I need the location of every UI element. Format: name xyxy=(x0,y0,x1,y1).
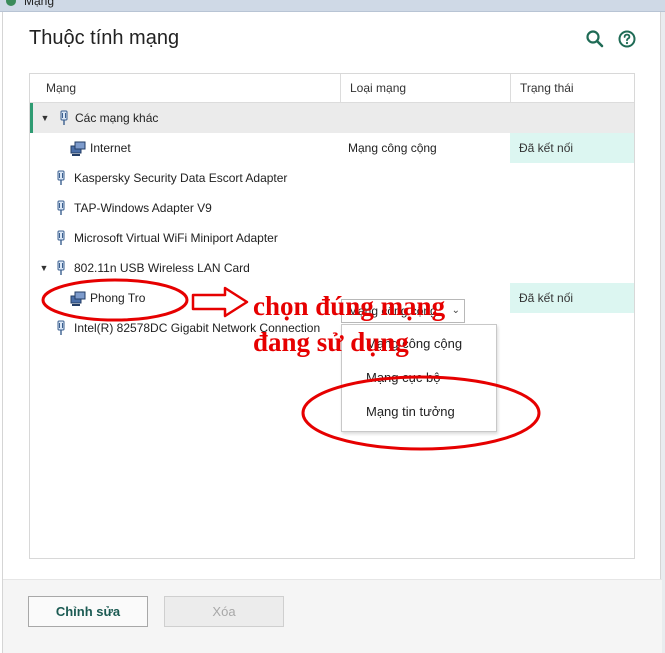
highlight-ellipse-trusted xyxy=(301,375,541,451)
annotation-text: chọn đúng mạng xyxy=(253,291,446,321)
annotation-text: đang sử dụng xyxy=(253,327,409,357)
window-title: Mạng xyxy=(24,0,55,8)
highlight-ellipse-phong-tro xyxy=(41,278,189,322)
delete-button[interactable]: Xóa xyxy=(164,596,284,627)
app-icon xyxy=(6,0,16,6)
window-titlebar: Mạng xyxy=(0,0,665,12)
edit-button[interactable]: Chỉnh sửa xyxy=(28,596,148,627)
arrow-icon xyxy=(191,286,249,318)
dialog: Thuộc tính mạng Mạng Loại mạng Trạng thá… xyxy=(2,12,665,653)
dialog-footer: Chỉnh sửa Xóa xyxy=(3,580,662,653)
